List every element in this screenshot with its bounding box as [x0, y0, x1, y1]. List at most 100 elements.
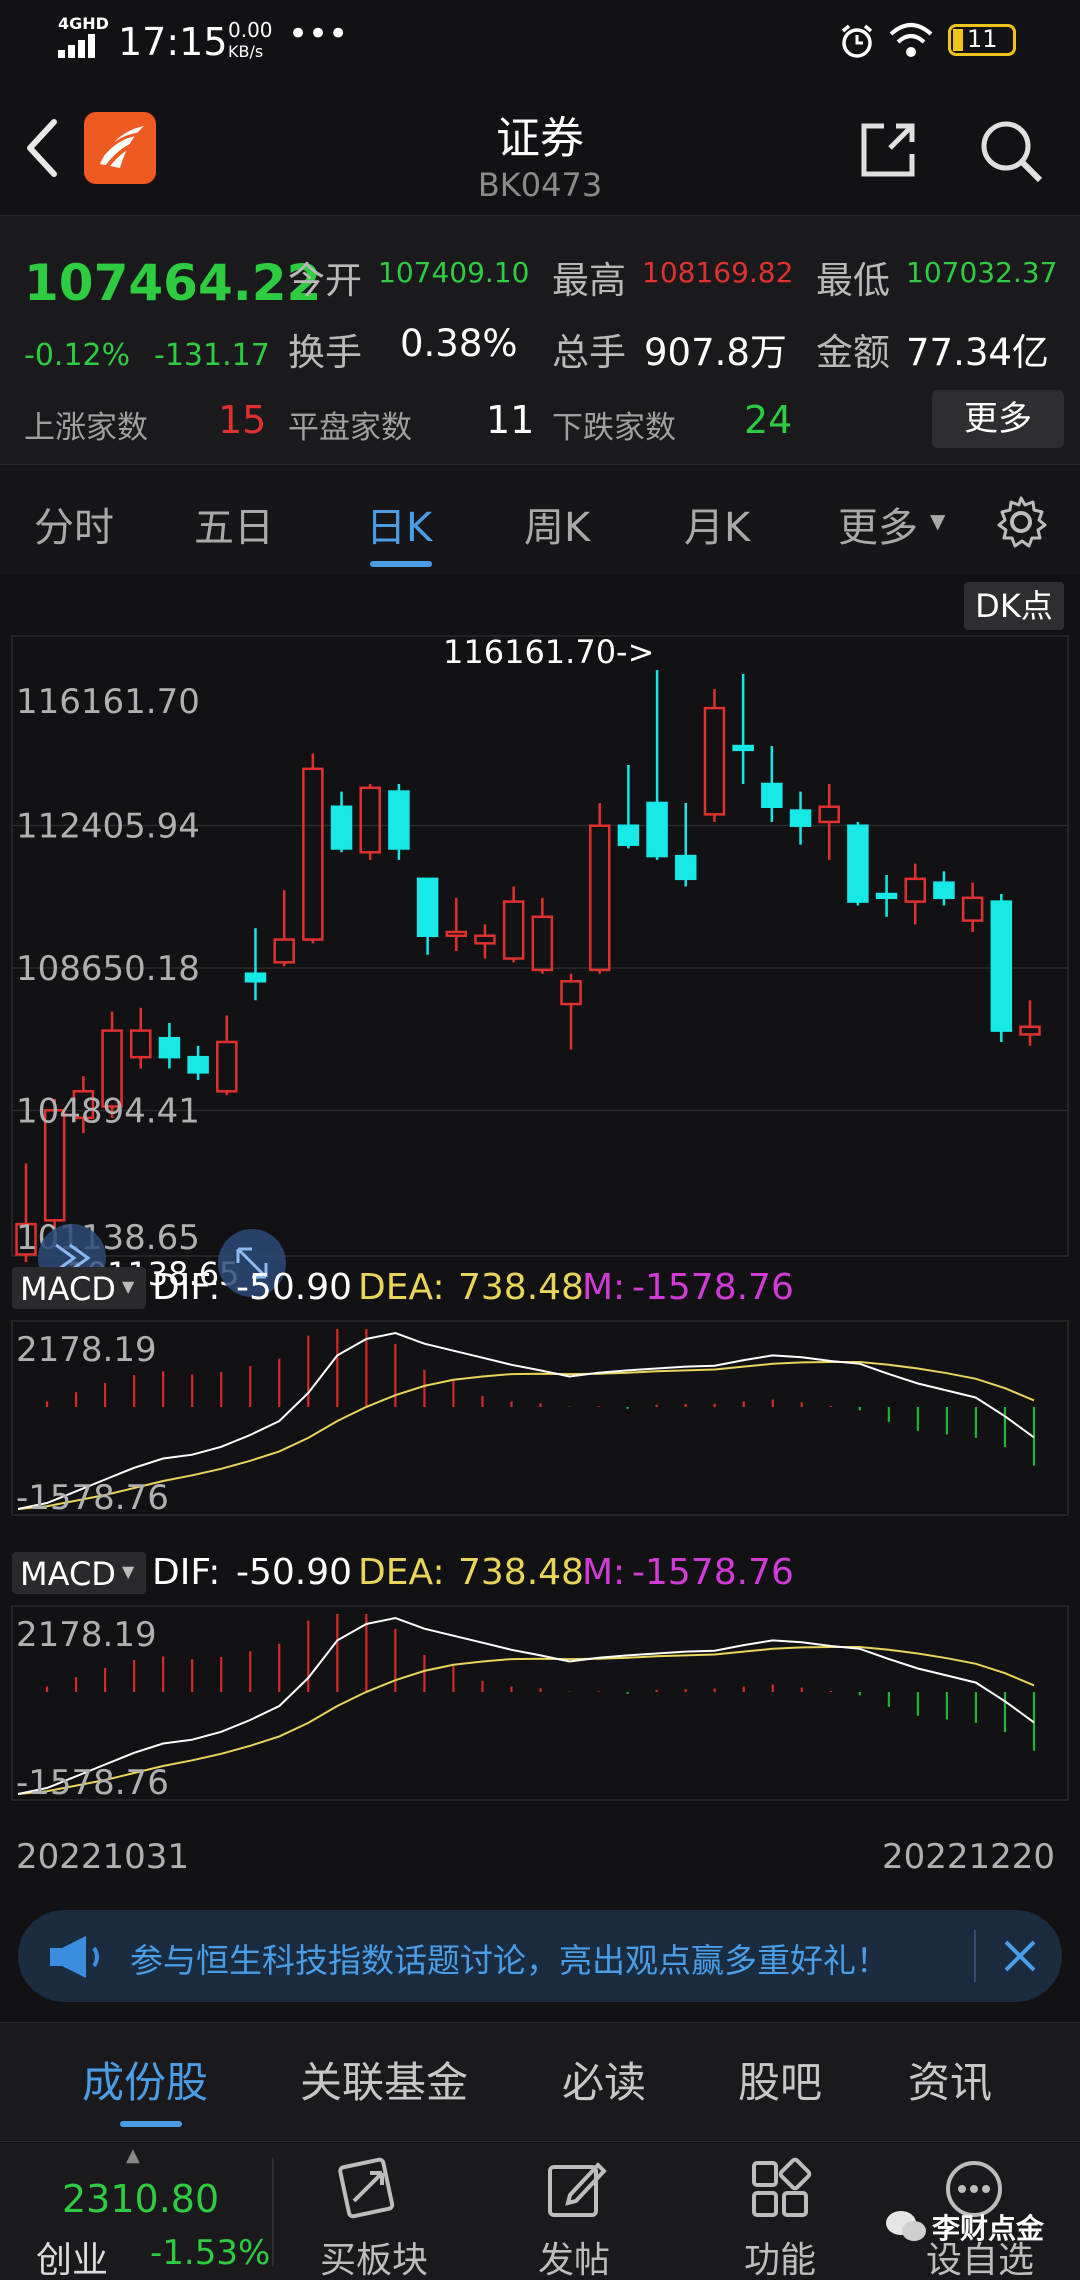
- search-icon[interactable]: [976, 116, 1046, 186]
- macd-ymax-label: 2178.19: [16, 1615, 157, 1655]
- quote-panel: 107464.22 -0.12% -131.17 今开 107409.10 最高…: [0, 215, 1080, 465]
- functions-label: 功能: [744, 2240, 817, 2280]
- macd-header-1: MACD ▼ DIF: -50.90 DEA: 738.48 M: -1578.…: [12, 1265, 1072, 1315]
- y-tick-label: 108650.18: [16, 949, 200, 989]
- y-tick-label: 104894.41: [16, 1092, 200, 1132]
- macd-chart-1[interactable]: 2178.19 -1578.76: [0, 1319, 1080, 1519]
- dif-line: [17, 1331, 1035, 1510]
- candle: [847, 821, 869, 906]
- dif-value: -50.90: [236, 1552, 353, 1593]
- dea-value: 738.48: [458, 1552, 584, 1593]
- banner-divider: [974, 1930, 976, 1982]
- candle: [1019, 1000, 1041, 1046]
- tab-weekly-k[interactable]: 周K: [524, 495, 590, 553]
- buy-sector-label: 买板块: [320, 2240, 429, 2280]
- candle: [445, 897, 468, 951]
- macd-selector-2[interactable]: MACD ▼: [12, 1552, 146, 1594]
- tab-minute[interactable]: 分时: [34, 495, 114, 553]
- post-button[interactable]: 发帖: [520, 2143, 670, 2280]
- amount-label: 金额: [816, 331, 890, 374]
- y-tick-label: 112405.94: [16, 807, 200, 847]
- dk-point-button[interactable]: DK点: [964, 582, 1064, 630]
- down-count-label: 下跌家数: [552, 410, 676, 446]
- grid-icon: [752, 2157, 812, 2217]
- battery-level: 11: [967, 25, 998, 53]
- dif-label: DIF:: [152, 1552, 221, 1593]
- dea-label: DEA:: [358, 1552, 445, 1593]
- candle: [617, 765, 640, 849]
- candle: [732, 673, 754, 784]
- buy-sector-button[interactable]: 买板块: [300, 2143, 450, 2280]
- tab-five-day[interactable]: 五日: [194, 495, 274, 553]
- tab-must-read[interactable]: 必读: [562, 2049, 646, 2110]
- macd-ymin-label: -1578.76: [16, 1478, 169, 1518]
- net-speed-value: 0.00: [228, 18, 273, 42]
- macd-ymin-label: -1578.76: [16, 1763, 169, 1803]
- candle: [416, 877, 439, 955]
- max-price-marker: 116161.70->: [443, 633, 654, 671]
- candle: [818, 783, 840, 860]
- signal-icon: [58, 34, 102, 58]
- dea-label: DEA:: [358, 1267, 445, 1308]
- content-tabs: 成份股 关联基金 必读 股吧 资讯: [0, 2022, 1080, 2142]
- net-speed-unit: KB/s: [228, 42, 264, 61]
- index-change: -1.53%: [150, 2233, 271, 2273]
- edit-icon: [548, 2162, 607, 2217]
- candle: [789, 791, 812, 845]
- tab-monthly-k[interactable]: 月K: [684, 495, 750, 553]
- settings-gear-icon[interactable]: [994, 495, 1048, 549]
- dea-value: 738.48: [458, 1267, 584, 1308]
- banner-text: 参与恒生科技指数话题讨论，亮出观点赢多重好礼！: [130, 1941, 889, 1980]
- dea-line: [17, 1361, 1035, 1510]
- candle: [216, 1015, 238, 1096]
- up-count: 15: [218, 398, 267, 442]
- functions-button[interactable]: 功能: [730, 2143, 880, 2280]
- tab-news[interactable]: 资讯: [908, 2049, 992, 2110]
- change-amount: -131.17: [154, 338, 270, 373]
- tab-related-funds[interactable]: 关联基金: [300, 2049, 468, 2110]
- index-name: 创业: [36, 2240, 109, 2280]
- alarm-icon: [841, 24, 873, 58]
- close-icon[interactable]: [1000, 1936, 1040, 1976]
- chevron-up-icon: ▲: [126, 2145, 140, 2166]
- tab-constituents[interactable]: 成份股: [82, 2049, 208, 2110]
- candle: [675, 802, 697, 887]
- macd-selector-1[interactable]: MACD ▼: [12, 1267, 146, 1309]
- current-price: 107464.22: [24, 254, 322, 312]
- more-button[interactable]: 更多: [932, 390, 1064, 448]
- high-value: 108169.82: [642, 256, 794, 289]
- dif-line: [17, 1616, 1035, 1795]
- open-label: 今开: [288, 259, 362, 302]
- share-icon[interactable]: [856, 118, 920, 182]
- m-label: M:: [582, 1267, 626, 1308]
- candle: [330, 791, 353, 853]
- period-tabs: 分时 五日 日K 周K 月K 更多 ▼: [0, 465, 1080, 575]
- candle: [388, 783, 410, 860]
- candle: [129, 1007, 152, 1069]
- wifi-icon: [889, 23, 933, 57]
- promo-banner[interactable]: 参与恒生科技指数话题讨论，亮出观点赢多重好礼！: [18, 1910, 1062, 2002]
- macd-chart-2[interactable]: 2178.19 -1578.76: [0, 1604, 1080, 1804]
- header: 证券 BK0473: [0, 80, 1080, 215]
- kline-chart-area[interactable]: DK点 116161.70 112405.94 108650.18 104894.41…: [0, 575, 1080, 1905]
- flat-count-label: 平盘家数: [288, 410, 412, 446]
- candlestick-chart[interactable]: 116161.70112405.94108650.18104894.411011…: [0, 633, 1080, 1333]
- open-value: 107409.10: [378, 256, 530, 289]
- wechat-icon: [886, 2211, 926, 2241]
- dea-line: [17, 1646, 1035, 1795]
- dropdown-arrow-icon: ▼: [930, 509, 946, 533]
- chevron-down-icon: ▼: [122, 1562, 135, 1581]
- tab-forum[interactable]: 股吧: [738, 2049, 822, 2110]
- candle: [933, 871, 955, 906]
- index-ticker[interactable]: ▲ 2310.80 创业 -1.53%: [0, 2143, 272, 2280]
- toolbar-divider: [272, 2157, 274, 2267]
- tab-daily-k[interactable]: 日K: [366, 495, 432, 553]
- active-tab-indicator: [370, 561, 432, 567]
- tab-more[interactable]: 更多: [838, 495, 918, 553]
- network-label: 4GHD: [58, 14, 109, 33]
- dif-label: DIF:: [152, 1267, 221, 1308]
- index-value: 2310.80: [62, 2177, 220, 2221]
- buy-sector-icon: [338, 2157, 395, 2219]
- volume-value: 907.8万: [644, 331, 787, 374]
- down-count: 24: [744, 398, 793, 442]
